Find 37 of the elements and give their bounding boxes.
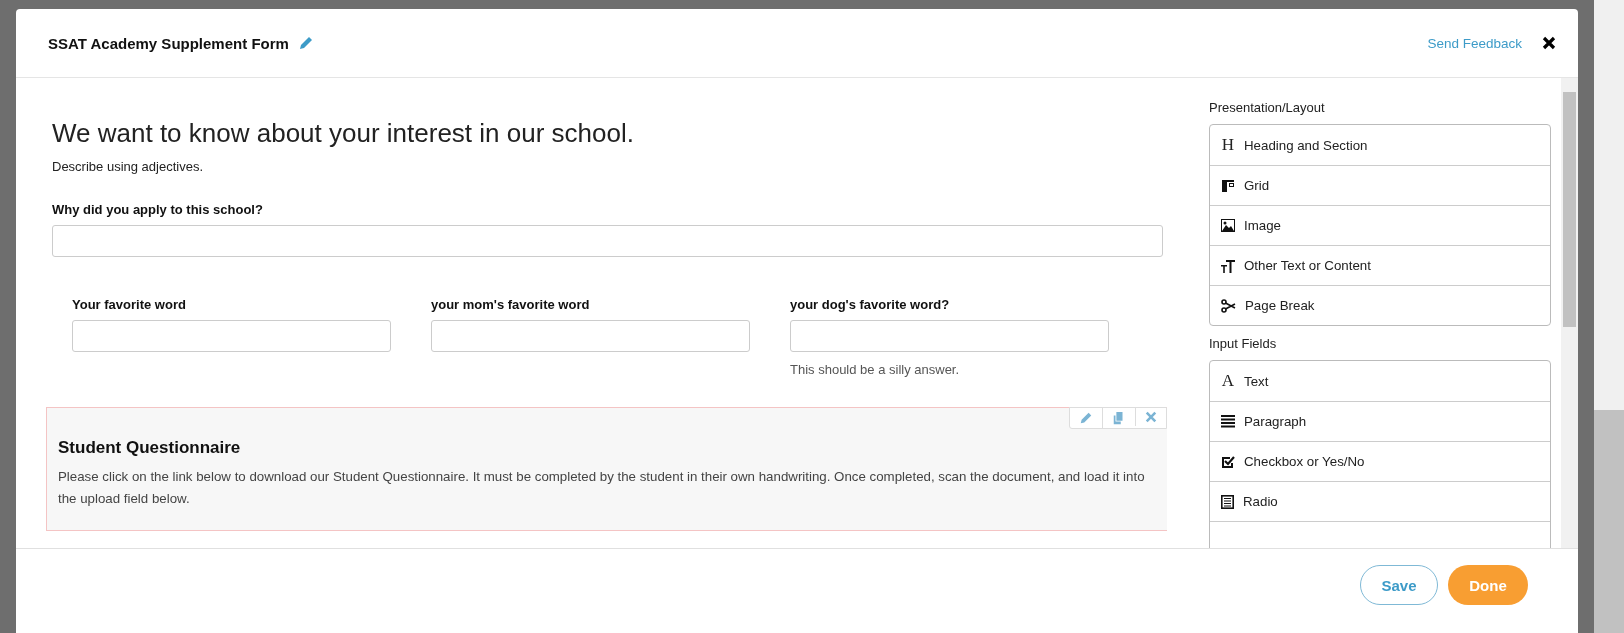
palette-item[interactable]: Checkbox or Yes/No [1210, 441, 1550, 481]
checkbox-icon [1221, 454, 1235, 469]
palette-heading: Presentation/Layout [1209, 100, 1326, 115]
palette-item[interactable]: Radio [1210, 481, 1550, 521]
input-field[interactable] [790, 320, 1109, 352]
palette-heading: Input Fields [1209, 336, 1278, 351]
section-text: Please click on the link below to download our Student Questionnaire. It must be completed by the student in their own handwriting. Once completed, scan the document, and load it into the upload field below. [58, 468, 1146, 508]
input-field[interactable] [431, 320, 750, 352]
field-label: Why did you apply to this school? [52, 202, 264, 217]
field-type-icon: A [1220, 371, 1236, 391]
field-label: Your favorite word [72, 297, 187, 312]
list-icon [1221, 494, 1234, 509]
field-label: your mom's favorite word [431, 297, 591, 312]
paragraph-icon [1221, 415, 1235, 428]
palette-item[interactable]: Other Text or Content [1210, 245, 1550, 285]
palette-item[interactable]: Paragraph [1210, 401, 1550, 441]
input-field[interactable] [72, 320, 391, 352]
field-type-icon: H [1220, 135, 1236, 155]
palette-item[interactable]: A Text [1210, 361, 1550, 401]
image-icon [1221, 219, 1235, 232]
input-field[interactable] [52, 225, 1163, 257]
palette-item[interactable]: Image [1210, 205, 1550, 245]
scissors-icon [1221, 298, 1236, 313]
palette-item[interactable]: Grid [1210, 165, 1550, 205]
field-label: your dog's favorite word? [790, 297, 951, 312]
grid-icon [1221, 178, 1235, 193]
form-title: SSAT Academy Supplement Form [48, 34, 289, 52]
palette-item[interactable]: H Heading and Section [1210, 125, 1550, 165]
pencil-icon[interactable] [297, 35, 314, 51]
palette-item[interactable]: Page Break [1210, 285, 1550, 325]
help-text: This should be a silly answer. [790, 362, 961, 377]
scrollbar[interactable] [1561, 78, 1578, 548]
form-description: Describe using adjectives. [52, 159, 205, 174]
form-heading: We want to know about your interest in our school. [52, 118, 635, 149]
text-size-icon [1221, 258, 1235, 273]
close-icon[interactable] [1542, 36, 1556, 50]
section-title: Student Questionnaire [58, 438, 242, 458]
